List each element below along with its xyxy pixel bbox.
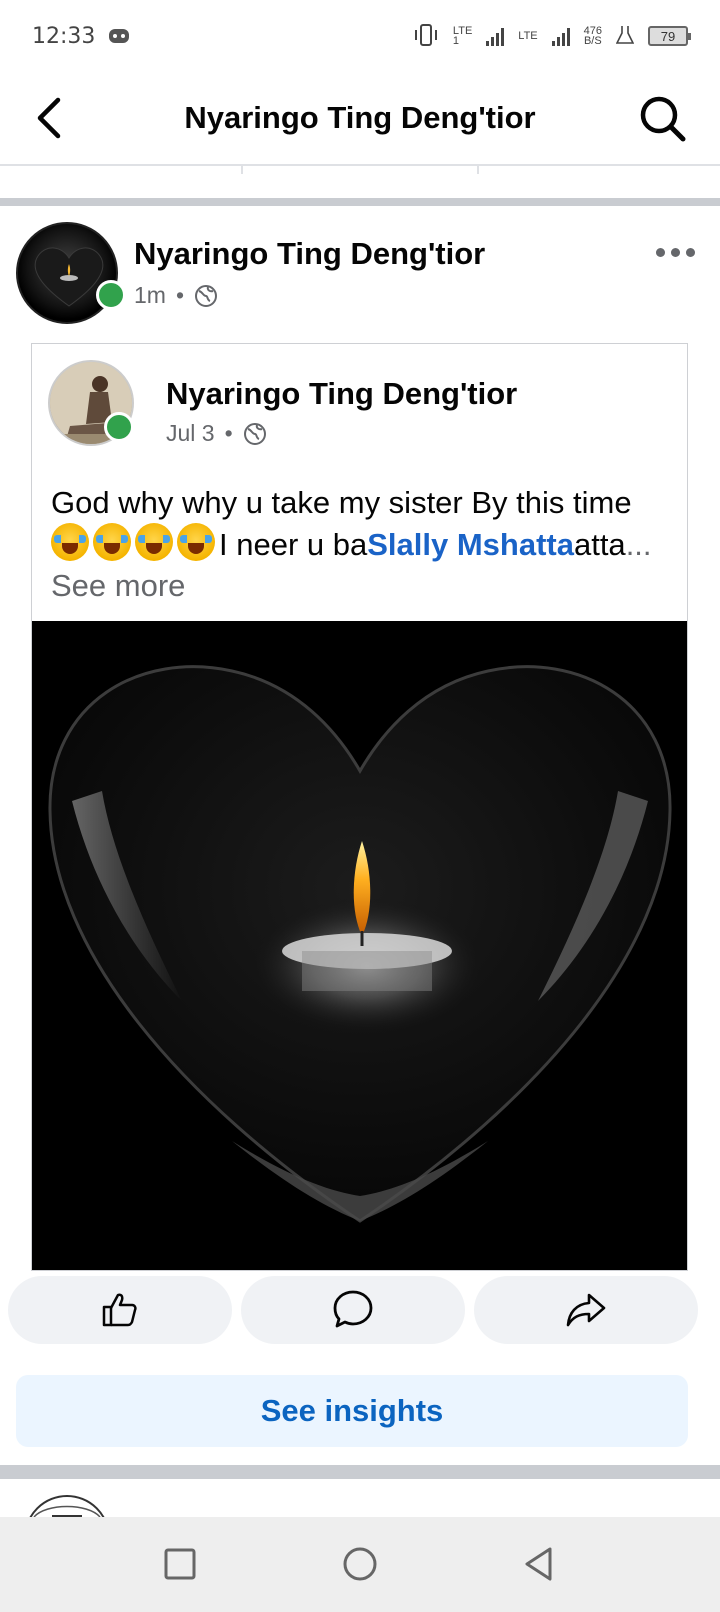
post-text-part3: atta <box>573 527 626 562</box>
status-indicators: LTE 1 LTE 476 B/S 79 <box>413 23 691 49</box>
battery-indicator: 79 <box>648 26 691 46</box>
lte-2-label: LTE <box>518 30 538 42</box>
next-post-preview <box>0 1479 720 1517</box>
globe-icon <box>243 422 266 445</box>
see-insights-button[interactable]: See insights <box>16 1375 688 1447</box>
back-button[interactable] <box>32 96 68 140</box>
post-action-bar <box>8 1276 712 1344</box>
header-divider <box>0 164 720 166</box>
loudly-crying-face-emoji <box>51 523 89 561</box>
post-time[interactable]: 1m <box>134 282 166 309</box>
triangle-back-icon <box>525 1547 552 1581</box>
vibrate-icon <box>413 23 439 49</box>
chevron-left-icon <box>37 97 61 139</box>
tab-divider-tick <box>477 166 479 174</box>
more-options-button[interactable] <box>656 242 700 262</box>
speed-unit: B/S <box>583 35 602 47</box>
signal-2-icon <box>551 26 570 46</box>
like-button[interactable] <box>8 1276 232 1344</box>
post-meta: 1m • <box>134 282 218 309</box>
top-app-bar: Nyaringo Ting Deng'tior <box>0 72 720 164</box>
post-author-name[interactable]: Nyaringo Ting Deng'tior <box>134 236 485 272</box>
thumbs-up-icon <box>102 1293 137 1327</box>
shared-post-meta: Jul 3 • <box>166 420 267 447</box>
search-button[interactable] <box>638 94 688 144</box>
network-speed: 476 B/S <box>583 26 602 47</box>
author-avatar[interactable] <box>16 222 118 324</box>
heart-candle-image <box>32 621 687 1270</box>
section-separator <box>0 198 720 206</box>
post-text-part2: I neer u ba <box>219 527 368 562</box>
section-separator <box>0 1465 720 1479</box>
comment-icon <box>333 1290 373 1328</box>
more-horizontal-icon <box>656 247 665 257</box>
search-icon <box>640 96 686 142</box>
mention-link[interactable]: Slally Mshatta <box>367 527 574 562</box>
meta-separator: • <box>175 282 185 308</box>
home-button[interactable] <box>335 1539 385 1589</box>
shared-author-name[interactable]: Nyaringo Ting Deng'tior <box>166 376 517 412</box>
loudly-crying-face-emoji <box>177 523 215 561</box>
loudly-crying-face-emoji <box>135 523 173 561</box>
globe-icon <box>195 284 218 307</box>
game-controller-icon <box>109 29 130 43</box>
share-icon <box>566 1293 606 1327</box>
status-time: 12:33 <box>32 23 96 49</box>
shared-post-card[interactable]: Nyaringo Ting Deng'tior Jul 3 • God why … <box>31 343 688 1271</box>
tab-divider-tick <box>241 166 243 174</box>
square-icon <box>164 1548 196 1580</box>
recents-button[interactable] <box>155 1539 205 1589</box>
circle-icon <box>343 1547 377 1581</box>
share-button[interactable] <box>474 1276 698 1344</box>
lte-1-sub: 1 <box>452 35 460 47</box>
shared-post-date[interactable]: Jul 3 <box>166 420 215 447</box>
online-status-dot <box>104 412 134 442</box>
lte-1-indicator: LTE 1 <box>452 26 472 47</box>
status-bar: 12:33 LTE 1 LTE 476 B/S 79 <box>0 0 720 72</box>
post-image[interactable] <box>32 621 687 1270</box>
post-header: Nyaringo Ting Deng'tior 1m • <box>0 222 720 332</box>
system-navigation-bar <box>0 1517 720 1612</box>
heart-candle-avatar-image <box>34 247 104 307</box>
loudly-crying-face-emoji <box>93 523 131 561</box>
comment-button[interactable] <box>241 1276 465 1344</box>
signal-1-icon <box>486 26 505 46</box>
online-status-dot <box>96 280 126 310</box>
flask-icon <box>615 25 635 48</box>
page-title: Nyaringo Ting Deng'tior <box>184 100 536 135</box>
meta-separator: • <box>224 420 233 446</box>
post-text: God why why u take my sister By this tim… <box>51 482 671 606</box>
logo-avatar-image <box>33 1505 101 1517</box>
next-post-avatar[interactable] <box>24 1495 110 1517</box>
system-back-button[interactable] <box>515 1539 565 1589</box>
post-text-part1: God why why u take my sister By this tim… <box>51 485 632 520</box>
